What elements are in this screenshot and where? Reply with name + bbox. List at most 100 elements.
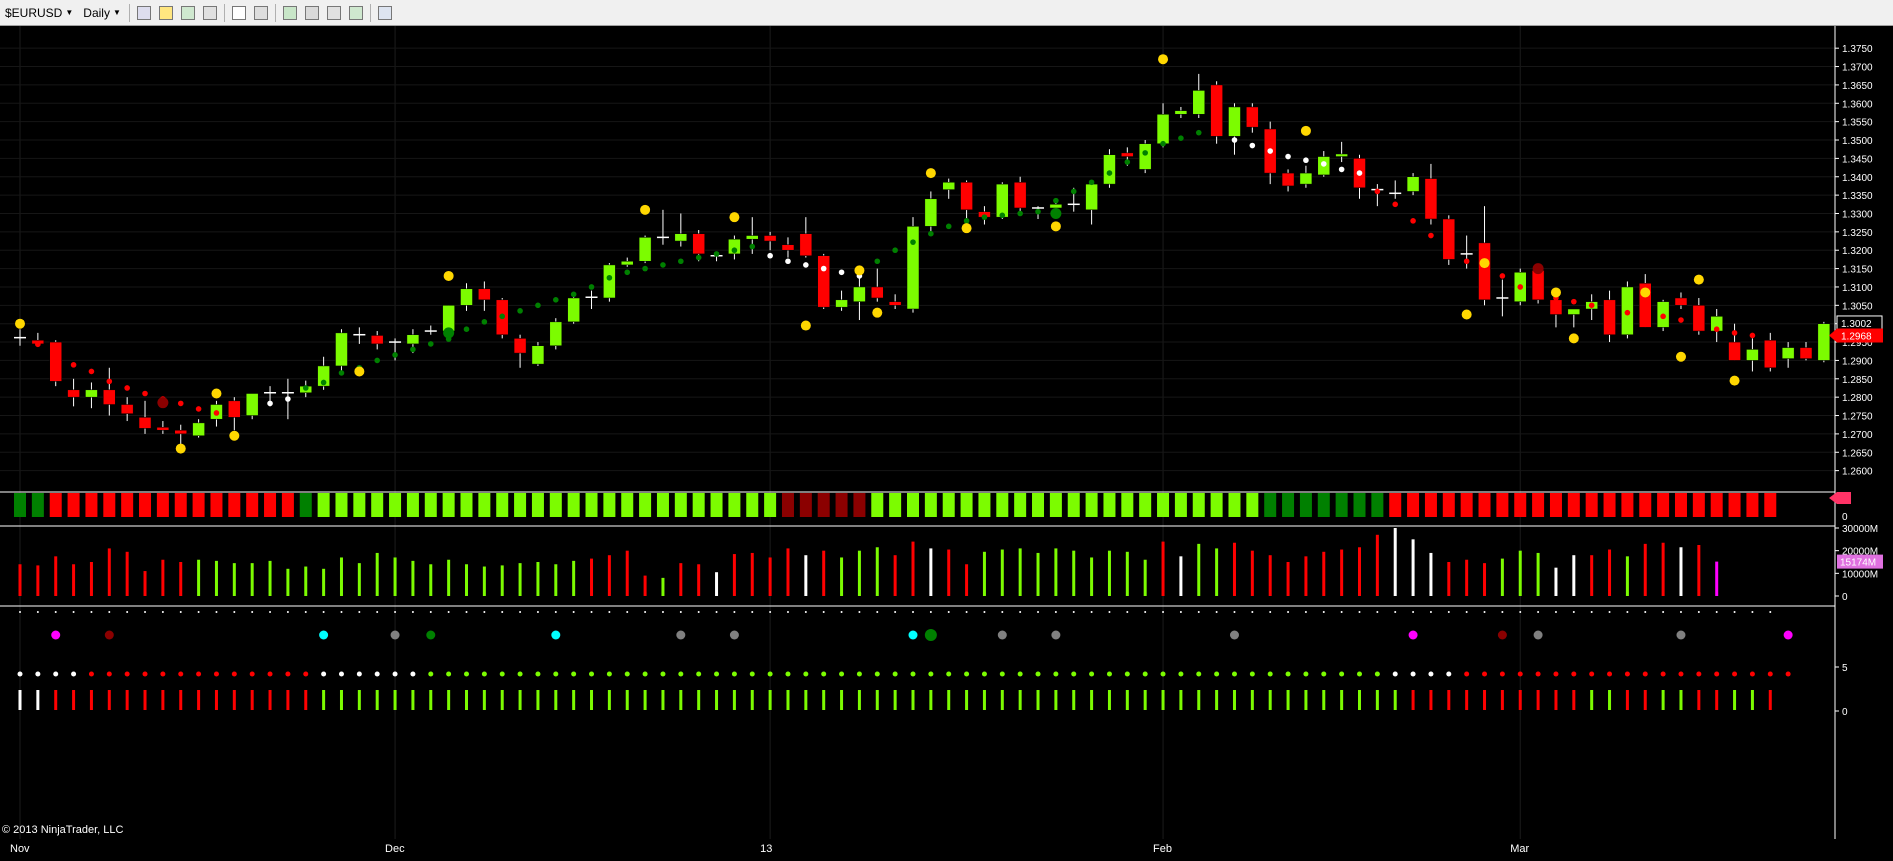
candle-body <box>871 286 884 299</box>
color-bar-cell <box>817 493 830 517</box>
signal-mid-dot <box>1071 671 1077 677</box>
signal-top-dot <box>1769 611 1772 613</box>
color-bar-cell <box>103 493 116 517</box>
color-bar-cell <box>1639 493 1652 517</box>
signal-mid-dot <box>999 671 1005 677</box>
y-tick-label: 1.3250 <box>1842 228 1873 239</box>
signal-mid-dot <box>1607 671 1613 677</box>
psar-dot <box>1588 302 1595 309</box>
grid-lines <box>0 26 1835 839</box>
period-selector[interactable]: Daily ▼ <box>78 3 126 23</box>
candle-body <box>799 233 813 256</box>
signal-top-dot <box>1126 611 1129 613</box>
indicators-icon[interactable] <box>282 5 297 20</box>
color-bar-cell <box>567 493 580 517</box>
signal-top-dot <box>1751 611 1754 613</box>
signal-dot-large <box>1532 263 1544 275</box>
psar-dot <box>374 357 381 364</box>
signal-mid-dot <box>1017 671 1023 677</box>
signal-mid-dot <box>821 671 827 677</box>
candle-body <box>1764 339 1777 369</box>
signal-mid-dot <box>1642 671 1648 677</box>
data-box-icon[interactable] <box>253 5 268 20</box>
signal-top-dot <box>72 611 75 613</box>
candle-body <box>1138 143 1152 170</box>
signal-top-dot <box>1644 611 1647 613</box>
y-tick-label: 1.3100 <box>1842 283 1873 294</box>
candle-body <box>763 235 777 242</box>
signal-mid-dot <box>1767 671 1773 677</box>
signal-bottom-bar <box>1608 690 1612 710</box>
psar-dot <box>731 247 738 254</box>
signal-bottom-bar <box>697 690 701 710</box>
chart-canvas[interactable]: Nov Dec 13 Feb Mar 1.3750 1.3700 1.3650 1.3600 1.… <box>0 26 1893 861</box>
signal-dot-large <box>443 327 455 339</box>
signal-mid-dot <box>1732 671 1738 677</box>
swing-point-dot <box>800 320 811 331</box>
signal-mid-dot <box>410 671 416 677</box>
dollar-icon[interactable] <box>348 5 363 20</box>
signal-top-dot <box>286 611 289 613</box>
drawing-tools-icon[interactable] <box>158 5 173 20</box>
color-bar-cell <box>67 493 80 517</box>
signal-bottom-bar <box>1250 690 1254 710</box>
candle-body <box>174 429 187 435</box>
swing-point-dot <box>872 307 883 318</box>
psar-dot <box>624 269 631 276</box>
psar-dot <box>177 400 184 407</box>
signal-mid-dot <box>285 671 291 677</box>
psar-dot <box>767 252 773 259</box>
signal-mid-dot <box>35 671 41 677</box>
signal-mid-dot <box>1160 671 1166 677</box>
x-tick-label: Dec <box>385 843 405 855</box>
cursor-icon[interactable] <box>231 5 246 20</box>
signal-bottom-bar <box>1358 690 1361 710</box>
signal-bottom-bar <box>1340 690 1344 710</box>
signal-bottom-bar <box>339 690 343 710</box>
signal-bottom-bar <box>1590 690 1594 710</box>
signal-mid-dot <box>1749 671 1755 677</box>
candle-body <box>1406 176 1420 192</box>
psar-dot <box>1053 197 1059 204</box>
signal-bottom-bar <box>1643 690 1647 710</box>
signal-top-dot <box>536 611 539 613</box>
signal-bottom-bar <box>929 690 933 710</box>
signal-top-dot <box>965 611 968 613</box>
candle-body <box>888 301 902 306</box>
color-bar-cell <box>907 493 919 517</box>
swing-point-dot <box>1693 274 1704 285</box>
signal-bottom-bar <box>1000 690 1004 710</box>
signal-top-dot <box>126 611 129 613</box>
signal-bottom-bar <box>125 690 129 710</box>
signal-bottom-bar <box>179 690 183 710</box>
psar-dot <box>1606 306 1613 312</box>
zoom-out-icon[interactable] <box>202 5 217 20</box>
signal-top-dot <box>715 611 718 613</box>
instrument-selector[interactable]: $EURUSD ▼ <box>0 3 78 23</box>
signal-mid-dot <box>1678 671 1684 677</box>
last-price-label: 1.2968 <box>1841 331 1872 342</box>
signal-bottom-bar <box>1054 690 1058 710</box>
signal-mid-dot <box>392 671 398 677</box>
signal-top-dot <box>1394 611 1397 613</box>
psar-dot <box>302 385 309 391</box>
properties-icon[interactable] <box>326 5 341 20</box>
signal-mid-dot <box>1482 671 1488 677</box>
window-icon[interactable] <box>377 5 392 20</box>
signal-bottom-bar <box>893 690 897 710</box>
zoom-in-icon[interactable] <box>180 5 195 20</box>
psar-dot <box>749 243 756 250</box>
signal-top-dot <box>358 611 361 613</box>
color-bar-cell <box>31 493 44 517</box>
psar-dot <box>70 362 77 368</box>
volume-tick-label: 0 <box>1842 592 1848 603</box>
strategies-icon[interactable] <box>304 5 319 20</box>
signal-bottom-bar <box>357 690 361 710</box>
signal-bottom-bar <box>1125 690 1129 710</box>
color-bar-cell <box>764 493 777 517</box>
y-tick-label: 1.3550 <box>1842 118 1873 129</box>
color-bar-cell <box>49 493 62 517</box>
candle-body <box>1603 299 1616 335</box>
bar-type-icon[interactable] <box>136 5 151 20</box>
signal-mid-dot <box>1464 671 1470 677</box>
